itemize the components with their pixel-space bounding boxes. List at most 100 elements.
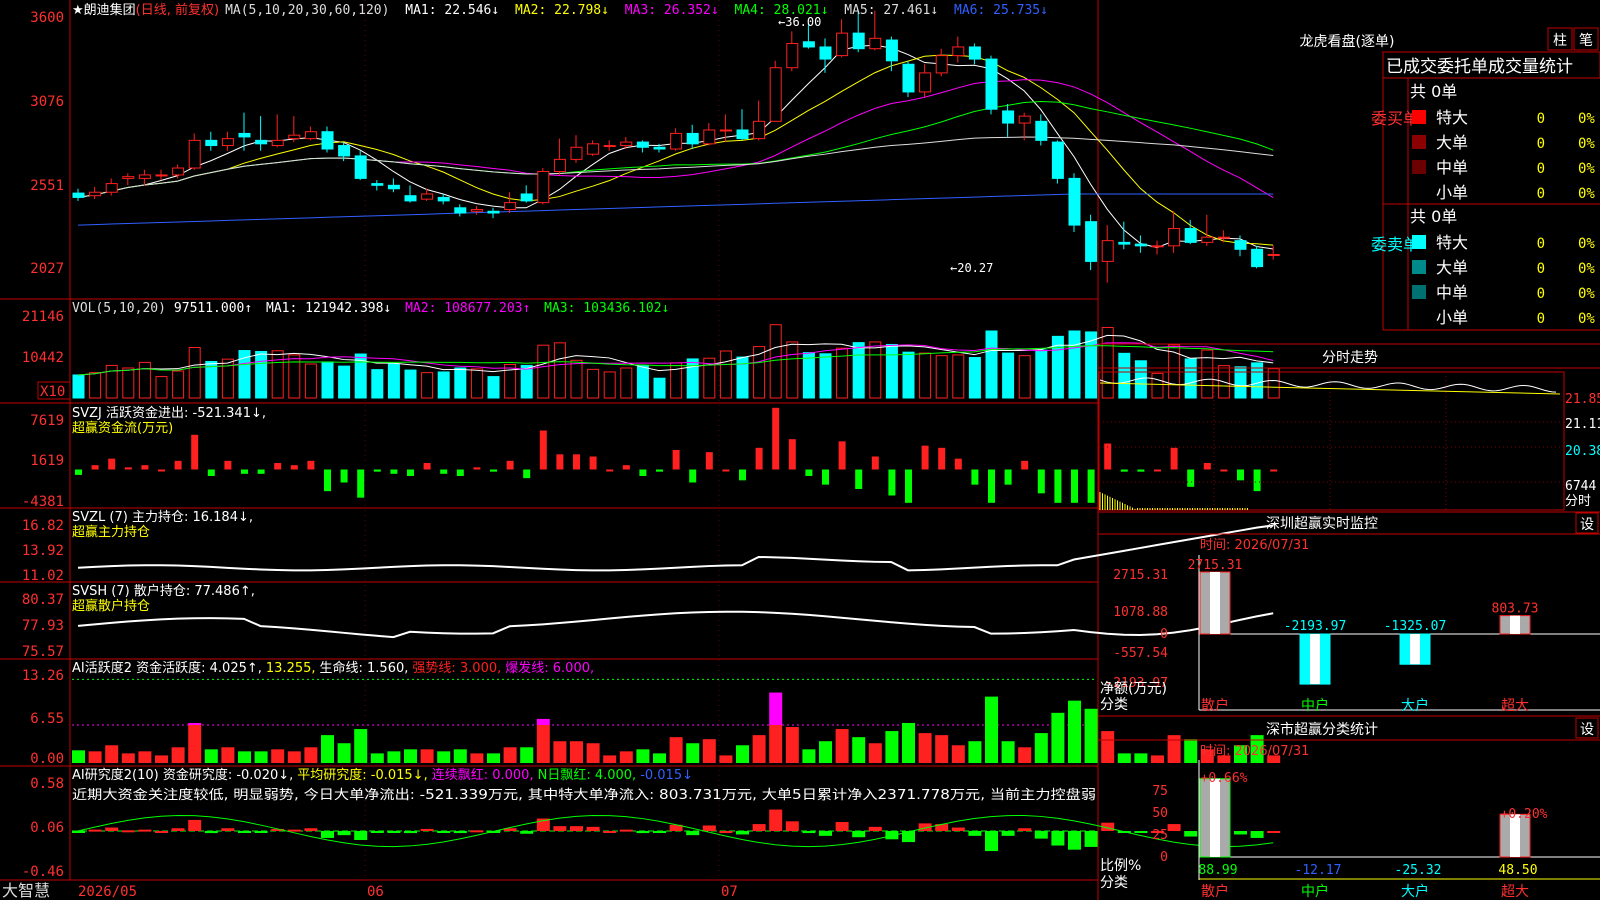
volume-bar: [952, 354, 965, 399]
candle-body: [769, 67, 782, 122]
research-bar: [304, 828, 318, 831]
row-count: 0: [1537, 261, 1545, 277]
volume-bar: [321, 361, 334, 399]
row-label: 中单: [1436, 158, 1468, 177]
active-bar: [553, 741, 567, 763]
volume-bar: [769, 324, 782, 399]
candle-body: [1101, 240, 1114, 262]
svsh-y-axis: 80.37 77.93 75.57: [22, 592, 64, 660]
volume-bar: [620, 367, 633, 399]
candle-body: [719, 129, 732, 132]
volume-bar: [603, 371, 616, 399]
active-bar: [702, 739, 716, 763]
main-holding-line: [77, 524, 1274, 572]
research-bar: [769, 809, 783, 831]
active-bar: [736, 745, 749, 763]
research-bar: [835, 822, 849, 831]
active-bar: [835, 729, 849, 763]
volume-bar: [138, 361, 151, 399]
fund-flow-bar: [755, 447, 763, 470]
volume-bar: [802, 352, 815, 399]
stock-chart[interactable]: 3600 3076 2551 2027 21146 10442 X10 7619…: [0, 0, 1600, 900]
intraday-vol-unit: 分时: [1565, 494, 1591, 509]
candle-body: [1267, 253, 1280, 256]
legend-swatch: [1412, 235, 1426, 249]
column-view-label[interactable]: 柱: [1553, 33, 1567, 49]
fund-flow-bar: [307, 460, 315, 470]
volume-bar: [968, 357, 981, 399]
active-bar: [437, 751, 451, 763]
monitor-category: 散户: [1201, 697, 1229, 714]
row-label: 中单: [1436, 283, 1468, 302]
volume-bar: [935, 355, 948, 399]
active-bar: [354, 729, 368, 763]
row-count: 0: [1537, 136, 1545, 152]
fund-flow-bar: [506, 460, 514, 470]
row-count: 0: [1537, 286, 1545, 302]
candle-body: [670, 132, 683, 150]
fund-flow-bar: [257, 469, 265, 474]
low-marker: ←20.27: [950, 261, 993, 275]
row-count: 0: [1537, 311, 1545, 327]
y-tick: 2027: [30, 261, 64, 277]
svzj-bars: [75, 407, 1278, 503]
candle-body: [703, 129, 716, 145]
active-bar: [570, 741, 583, 763]
volume-bar: [686, 358, 699, 399]
fund-flow-bar: [689, 469, 697, 483]
research-bar: [1167, 824, 1181, 831]
volume-bar: [89, 372, 102, 399]
active-bar: [1018, 747, 1032, 763]
fund-flow-bar: [523, 469, 531, 479]
volume-bar: [670, 362, 683, 399]
fund-flow-bar: [340, 469, 348, 483]
volume-bar: [387, 363, 400, 399]
research-bar: [785, 821, 799, 831]
research-bar: [719, 831, 733, 833]
active-bar: [503, 747, 517, 763]
row-pct: 0%: [1578, 111, 1595, 127]
fund-flow-bar: [124, 467, 132, 470]
candle-body: [1085, 221, 1098, 262]
row-label: 大单: [1436, 258, 1468, 277]
y-tick: 13.92: [22, 543, 64, 559]
ma1-label: MA1: 22.546↓: [405, 3, 499, 18]
volume-bar: [1267, 368, 1280, 399]
active-bar: [254, 751, 268, 763]
active-bar: [238, 751, 251, 763]
main-header: ★朗迪集团(日线, 前复权) MA(5,10,20,30,60,120) MA1:…: [72, 2, 1048, 18]
active-bar: [287, 751, 301, 763]
volume-bar: [454, 367, 467, 399]
fund-flow-bar: [556, 454, 564, 470]
tick-view-label[interactable]: 笔: [1579, 33, 1593, 49]
fund-flow-bar: [390, 469, 398, 474]
research-bar: [520, 831, 534, 834]
fund-flow-bar: [1120, 469, 1128, 472]
fund-flow-bar: [855, 469, 863, 489]
volume-bar: [653, 377, 666, 399]
candle-body: [338, 145, 351, 157]
active-bar: [1034, 733, 1048, 763]
monitor-axis-sub: 分类: [1100, 697, 1128, 713]
active-bar: [387, 751, 401, 763]
fund-flow-bar: [1220, 469, 1228, 472]
fund-flow-bar: [656, 469, 663, 472]
volume-bar: [487, 376, 500, 399]
candle-body: [553, 158, 566, 172]
y-tick: 75: [1152, 784, 1168, 799]
classify-settings-label[interactable]: 设: [1580, 722, 1594, 738]
y-tick: 77.93: [22, 618, 64, 634]
active-bar: [1001, 741, 1015, 763]
monitor-settings-label[interactable]: 设: [1580, 517, 1594, 533]
volume-bar: [852, 342, 865, 399]
active-bar: [121, 753, 135, 763]
fund-flow-bar: [871, 456, 879, 470]
research-bar: [570, 826, 583, 831]
candle-body: [1068, 177, 1081, 226]
volume-bar: [1018, 355, 1031, 399]
active-bar: [171, 747, 185, 763]
svsh-line: [77, 610, 1274, 639]
candle-body: [587, 143, 600, 155]
candle-body: [753, 120, 766, 140]
volume-bar: [1035, 349, 1048, 399]
